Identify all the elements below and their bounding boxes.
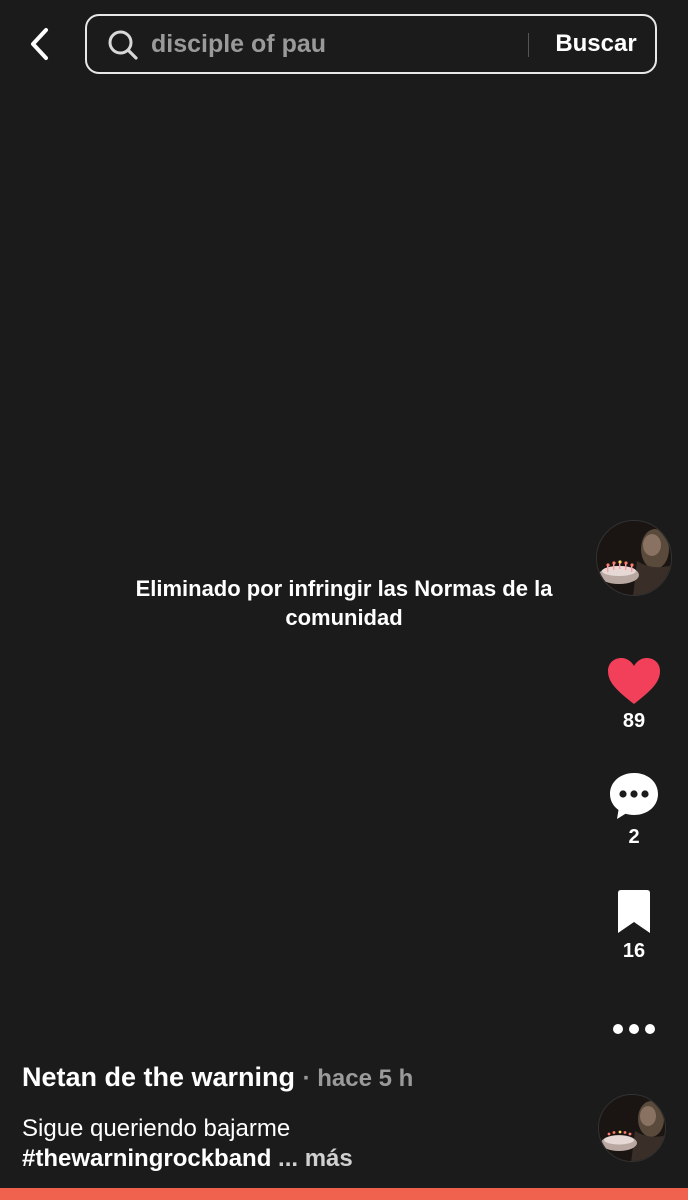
sound-avatar-image	[599, 1095, 665, 1161]
back-button[interactable]	[18, 22, 62, 66]
comment-count: 2	[628, 826, 640, 848]
chevron-left-icon	[31, 28, 48, 60]
heart-icon	[608, 658, 660, 704]
save-button[interactable]: 16	[594, 888, 674, 963]
search-bar: Buscar	[85, 14, 657, 74]
post-caption: Sigue queriendo bajarme #thewarningrockb…	[22, 1114, 562, 1174]
more-caption-link[interactable]: más	[305, 1145, 353, 1172]
author-line: Netan de the warning · hace 5 h	[22, 1062, 413, 1093]
more-dots-icon	[613, 1024, 655, 1034]
avatar-image	[597, 521, 671, 595]
creator-avatar[interactable]	[596, 520, 672, 596]
comment-button[interactable]: 2	[594, 770, 674, 849]
like-count: 89	[622, 710, 646, 732]
like-button[interactable]: 89	[594, 656, 674, 733]
caption-hashtag-line: #thewarningrockband ... más	[22, 1144, 562, 1174]
video-progress-fill	[0, 1188, 688, 1200]
video-screen: Buscar Eliminado por infringir las Norma…	[0, 0, 688, 1200]
more-options-button[interactable]	[604, 1014, 664, 1044]
author-name[interactable]: Netan de the warning	[22, 1062, 295, 1092]
comment-icon	[610, 773, 658, 819]
sound-avatar[interactable]	[598, 1094, 666, 1162]
caption-text: Sigue queriendo bajarme	[22, 1115, 291, 1142]
hashtag-link[interactable]: #thewarningrockband	[22, 1145, 271, 1172]
video-progress-bar[interactable]	[0, 1188, 688, 1200]
search-icon	[108, 30, 138, 60]
search-divider	[528, 33, 529, 57]
bookmark-icon	[618, 890, 650, 933]
search-button[interactable]: Buscar	[543, 16, 649, 72]
save-count: 16	[622, 940, 646, 962]
caption-ellipsis: ...	[271, 1145, 305, 1172]
post-time: · hace 5 h	[302, 1065, 414, 1092]
search-input[interactable]	[151, 24, 521, 64]
removed-video-message: Eliminado por infringir las Normas de la…	[135, 576, 553, 630]
